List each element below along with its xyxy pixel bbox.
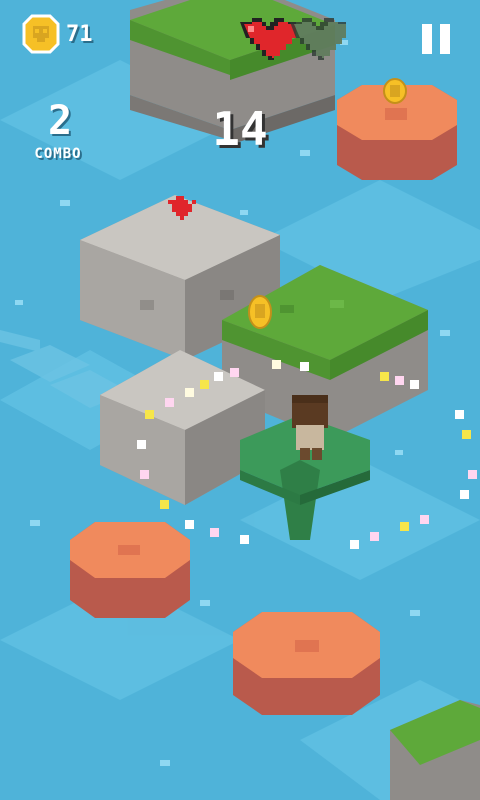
coin-count: 71 xyxy=(66,22,93,47)
combo-label: COMBO xyxy=(34,146,82,162)
coin-pickup-floating xyxy=(248,295,272,329)
coin-pickup-top xyxy=(383,78,407,104)
clay-platform-bottom-center xyxy=(233,612,380,715)
skull-coin-icon xyxy=(22,14,60,54)
pause-button[interactable] xyxy=(420,24,452,54)
pause-icon xyxy=(422,24,432,54)
pause-icon-bar xyxy=(440,24,450,54)
combo-count: 2 xyxy=(47,98,73,144)
clay-platform-bottom-left xyxy=(70,522,190,618)
